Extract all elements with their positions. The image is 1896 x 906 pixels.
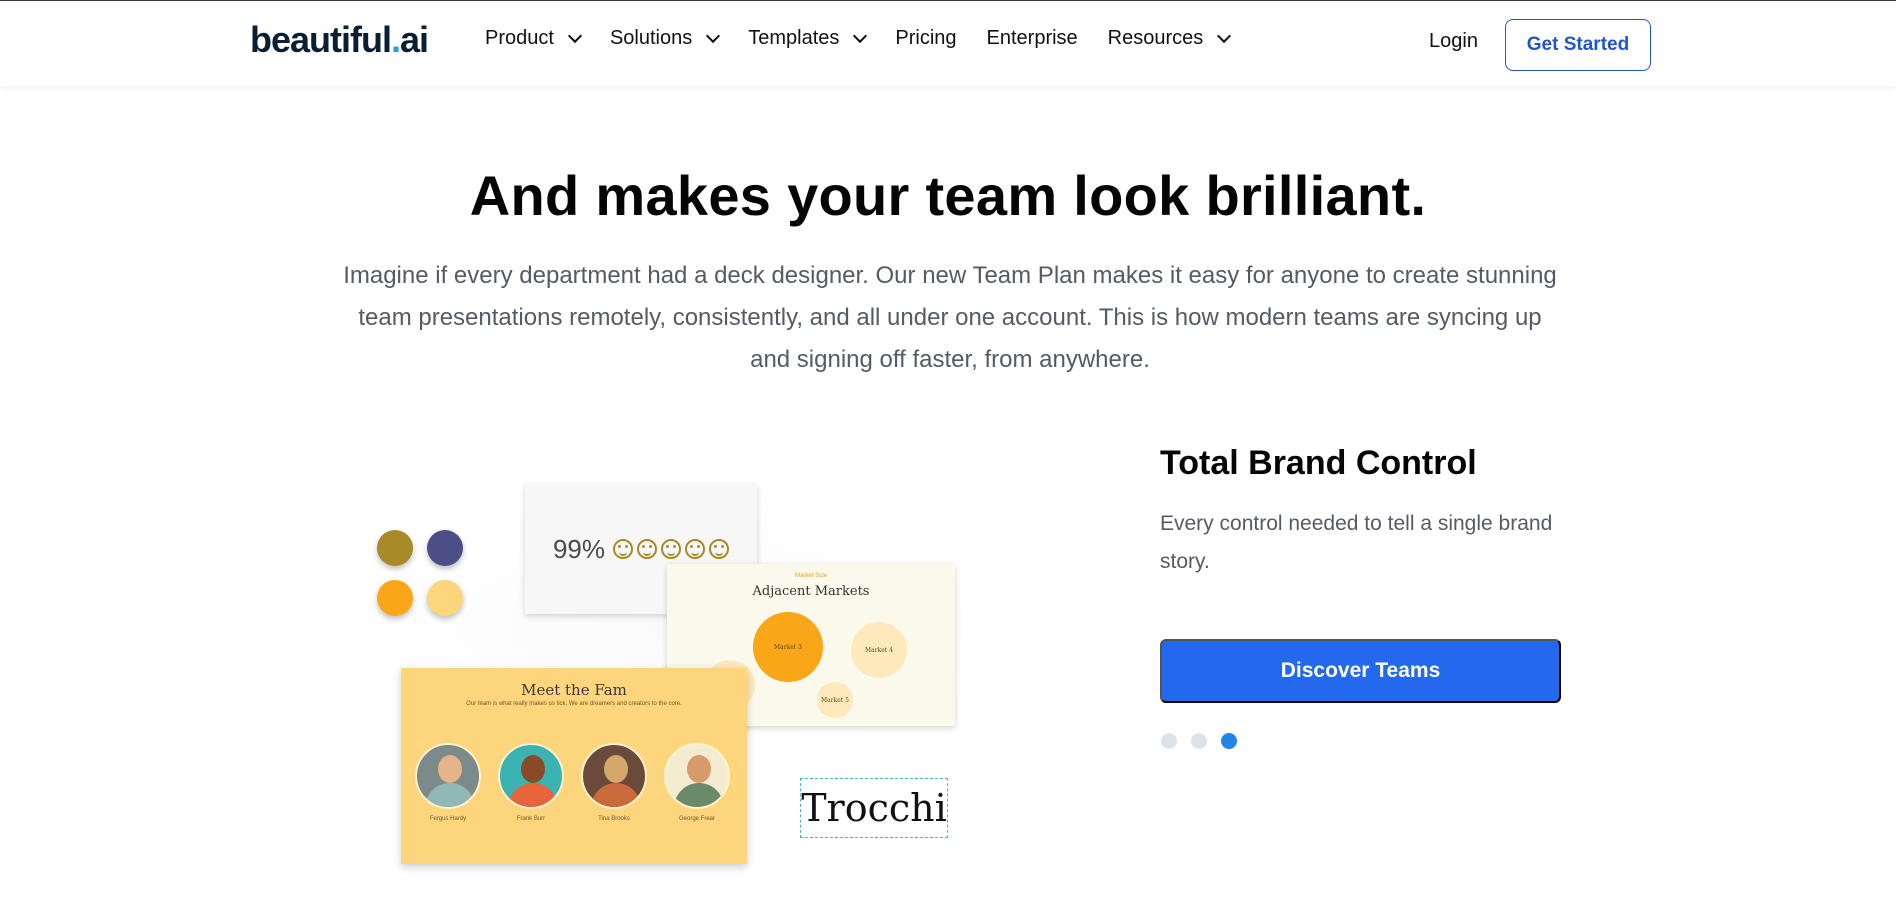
- market-bubble-label: Market 5: [821, 696, 849, 704]
- logo-tail: ai: [400, 19, 429, 60]
- discover-teams-button[interactable]: Discover Teams: [1160, 639, 1561, 703]
- logo-dot: .: [391, 19, 401, 60]
- chevron-down-icon: [853, 28, 868, 43]
- avatar: [664, 743, 730, 809]
- team-card-title: Meet the Fam: [521, 681, 627, 699]
- markets-title: Adjacent Markets: [752, 584, 870, 599]
- team-card-subtitle: Our team is what really makes us tick. W…: [466, 701, 682, 707]
- market-bubble: Market 4: [851, 622, 907, 678]
- logo[interactable]: beautiful.ai: [250, 19, 429, 61]
- nav-templates-label: Templates: [748, 27, 840, 49]
- color-swatch: [377, 530, 413, 566]
- avatar: [415, 743, 481, 809]
- main-nav: Product Solutions Templates Pricing Ente…: [485, 27, 1259, 50]
- nav-pricing-label: Pricing: [895, 27, 957, 49]
- feature-description: Every control needed to tell a single br…: [1160, 512, 1553, 573]
- avatar-head: [521, 755, 545, 783]
- avatar-body: [591, 783, 641, 807]
- member-name: Frank Burr: [516, 816, 546, 822]
- chevron-down-icon: [567, 28, 583, 43]
- hero-subtext: Imagine if every department had a deck d…: [343, 262, 1557, 373]
- nav-product[interactable]: Product: [485, 27, 583, 50]
- color-swatch: [427, 580, 463, 616]
- markets-kicker: Market Size: [795, 573, 827, 579]
- avatar-body: [425, 783, 475, 807]
- market-bubble: Market 5: [817, 682, 853, 718]
- carousel-dot-active[interactable]: [1221, 733, 1237, 749]
- nav-resources[interactable]: Resources: [1107, 27, 1232, 50]
- nav-solutions[interactable]: Solutions: [609, 27, 721, 50]
- nav-enterprise[interactable]: Enterprise: [987, 27, 1078, 50]
- member-name: Tina Brooks: [598, 816, 630, 822]
- logo-main: beautiful: [250, 19, 392, 60]
- market-bubble-label: Market 4: [865, 646, 893, 654]
- site-header: beautiful.ai Product Solutions Templates…: [0, 1, 1896, 86]
- color-swatch: [377, 580, 413, 616]
- member-name: George Frear: [678, 816, 715, 822]
- avatar-body: [674, 783, 724, 807]
- carousel-dots: [1161, 733, 1251, 749]
- avatar-body: [508, 783, 558, 807]
- login-link[interactable]: Login: [1429, 30, 1478, 53]
- nav-resources-label: Resources: [1107, 27, 1204, 49]
- stat-value: 99%: [552, 533, 606, 564]
- font-sample: Trocchi: [800, 778, 948, 838]
- avatar: [498, 743, 564, 809]
- nav-enterprise-label: Enterprise: [986, 27, 1078, 49]
- smiley-face-icon: [661, 539, 682, 559]
- nav-solutions-label: Solutions: [609, 27, 693, 49]
- color-swatch: [427, 530, 463, 566]
- chevron-down-icon: [706, 28, 721, 43]
- member-name: Fergus Hardy: [429, 816, 467, 822]
- smiley-face-icon: [637, 539, 658, 559]
- nav-templates[interactable]: Templates: [748, 27, 868, 50]
- hero-headline: And makes your team look brilliant.: [469, 164, 1427, 227]
- get-started-button[interactable]: Get Started: [1505, 19, 1651, 71]
- team-slide-card: Meet the Fam Our team is what really mak…: [401, 668, 747, 864]
- smiley-face-icon: [613, 539, 634, 559]
- market-bubble: Market 3: [753, 612, 823, 682]
- carousel-dot[interactable]: [1161, 733, 1177, 749]
- smiley-face-icon: [685, 539, 706, 559]
- avatar-head: [687, 755, 711, 783]
- brand-illustration: 99% Market Size Adjacent Markets Market …: [330, 440, 1050, 880]
- nav-pricing[interactable]: Pricing: [895, 27, 956, 50]
- avatar-head: [438, 755, 462, 783]
- smiley-face-icon: [709, 539, 730, 559]
- nav-product-label: Product: [485, 27, 554, 49]
- chevron-down-icon: [1217, 28, 1232, 43]
- avatar-head: [604, 755, 628, 783]
- market-bubble-label: Market 3: [774, 643, 802, 651]
- carousel-dot[interactable]: [1191, 733, 1207, 749]
- feature-title: Total Brand Control: [1160, 444, 1477, 482]
- avatar: [581, 743, 647, 809]
